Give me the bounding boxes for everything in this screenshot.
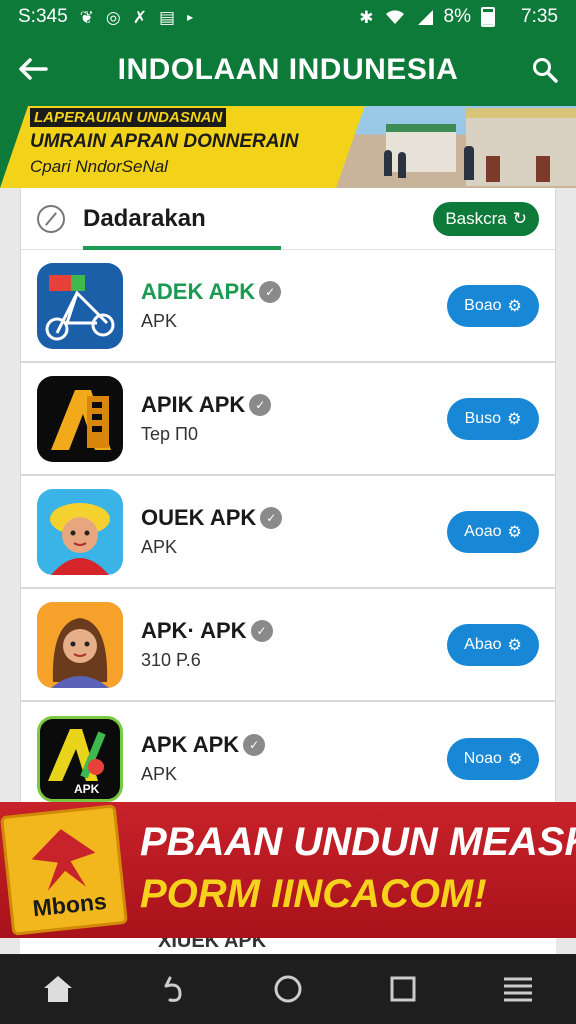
section-header: Dadarakan Baskcra ↻ [21, 188, 555, 250]
app-subtitle: 310 P.6 [141, 650, 201, 670]
app-name-text: ADEK APK [141, 279, 256, 304]
gear-icon: ⚙ [507, 636, 522, 654]
battery-icon [481, 7, 496, 27]
ad-subheadline: PORM IINCACOM! [140, 872, 487, 916]
building-left [386, 124, 456, 172]
download-button-label: Boao [464, 296, 502, 314]
app-name-peek: XIUEK APK [158, 938, 267, 952]
list-item[interactable]: OUEK APK ✓ APK Aoao ⚙ [21, 476, 555, 589]
banner-photo [336, 106, 576, 188]
person [464, 146, 474, 180]
list-item[interactable]: APK· APK ✓ 310 P.6 Abao ⚙ [21, 589, 555, 702]
more-arrow-icon: ▸ [187, 10, 194, 24]
download-button[interactable]: Noao ⚙ [447, 737, 539, 780]
app-subtitle: APK [141, 537, 178, 557]
app-icon-avatar-woman-scarf [37, 488, 123, 575]
download-button[interactable]: Buso ⚙ [447, 397, 539, 440]
status-bar: S:345 ❦ ◎ ✗ ▤ ▸ ✱ 8% 7:35 [0, 0, 576, 34]
app-name: OUEK APK ✓ [141, 505, 283, 531]
ad-logo-text: Mbons [31, 887, 108, 922]
status-time-right: 7:35 [521, 6, 558, 27]
app-name: APIK APK ✓ [141, 392, 272, 418]
app-icon-letter-a [37, 375, 123, 462]
app-icon-avatar-woman [37, 601, 123, 688]
gear-icon: ⚙ [507, 750, 523, 768]
star-logo-icon [29, 826, 99, 892]
ad-banner[interactable]: Mbons PBAAN UNDUN MEASK PORM IINCACOM! [0, 802, 576, 938]
ad-logo: Mbons [0, 804, 128, 936]
app-bar: INDOLAAN INDUNESIA [0, 34, 576, 106]
banner-line-3: Cpari NndorSeNal [30, 157, 168, 176]
app-name-text: APIK APK [141, 392, 246, 417]
gear-icon: ⚙ [507, 523, 522, 541]
verified-badge-icon: ✓ [250, 620, 273, 642]
app-icon-bike [37, 262, 123, 349]
download-button[interactable]: Abao ⚙ [447, 623, 539, 666]
search-icon[interactable] [518, 57, 558, 83]
wifi-icon [385, 10, 404, 24]
download-button-label: Buso [464, 409, 502, 427]
back-icon[interactable] [143, 964, 203, 1014]
promo-banner[interactable]: LAPERAUIAN UNDASNAN UMRAIN APRAN DONNERA… [0, 106, 576, 188]
bluetooth-icon: ✱ [359, 7, 374, 27]
section-action-label: Baskcra [445, 208, 507, 228]
verified-badge-icon: ✓ [260, 507, 283, 529]
ad-headline: PBAAN UNDUN MEASK [140, 820, 576, 864]
svg-text:APK: APK [74, 782, 100, 796]
banner-accent [0, 106, 28, 188]
notification-icon: ❦ [79, 7, 94, 27]
signal-icon [417, 10, 433, 25]
banner-line-1: LAPERAUIAN UNDASNAN [30, 108, 227, 127]
app-subtitle: APK [141, 311, 178, 331]
download-button-label: Noao [463, 749, 502, 767]
app-subtitle: APK [141, 764, 178, 784]
back-arrow-icon[interactable] [18, 51, 58, 90]
list-item[interactable]: ADEK APK ✓ APK Boao ⚙ [21, 250, 555, 363]
door [486, 156, 500, 182]
app-list-card: Dadarakan Baskcra ↻ ADEK APK ✓ APK Boao ⚙ [20, 188, 556, 868]
download-button-label: Aoao [464, 522, 502, 540]
app-name: ADEK APK ✓ [141, 279, 282, 305]
home-icon[interactable] [28, 964, 88, 1014]
page-title: INDOLAAN INDUNESIA [117, 53, 459, 86]
gear-icon: ⚙ [507, 297, 522, 315]
recents-icon[interactable] [373, 964, 433, 1014]
list-item[interactable]: APIK APK ✓ Tep П0 Buso ⚙ [21, 363, 555, 476]
system-nav-bar [0, 954, 576, 1024]
section-title[interactable]: Dadarakan [83, 205, 206, 233]
banner-line-2: UMRAIN APRAN DONNERAIN [30, 131, 299, 152]
home-circle-icon[interactable] [258, 964, 318, 1014]
download-button[interactable]: Aoao ⚙ [447, 510, 539, 553]
app-subtitle: Tep П0 [141, 424, 198, 444]
battery-percent: 8% [443, 6, 472, 27]
gear-icon: ⚙ [507, 410, 522, 428]
app-name: APK APK ✓ [141, 732, 266, 758]
app-name-text: APK APK [141, 732, 240, 757]
app-name: APK· APK ✓ [141, 618, 273, 644]
target-icon: ◎ [105, 7, 121, 27]
status-time-left: S:345 [18, 6, 68, 27]
person [384, 150, 392, 176]
section-action-button[interactable]: Baskcra ↻ [433, 201, 539, 236]
door [536, 156, 550, 182]
building-right [466, 108, 576, 186]
verified-badge-icon: ✓ [259, 281, 282, 303]
card-icon: ▤ [159, 7, 176, 27]
app-name-text: OUEK APK [141, 505, 257, 530]
screen: S:345 ❦ ◎ ✗ ▤ ▸ ✱ 8% 7:35 INDOLAAN INDUN… [0, 0, 576, 1024]
list-item-peek[interactable]: XIUEK APK [20, 938, 556, 954]
menu-icon[interactable] [488, 964, 548, 1014]
compass-icon [37, 204, 65, 233]
refresh-icon: ↻ [512, 208, 527, 228]
verified-badge-icon: ✓ [243, 734, 266, 756]
list-item[interactable]: APK APK APK ✓ APK Noao ⚙ [21, 702, 555, 815]
download-button[interactable]: Boao ⚙ [447, 284, 539, 327]
pin-icon: ✗ [132, 7, 147, 27]
download-button-label: Abao [464, 635, 502, 653]
app-name-text: APK· APK [141, 618, 247, 643]
verified-badge-icon: ✓ [249, 394, 272, 416]
app-icon-apk-logo: APK [37, 715, 123, 802]
person [398, 152, 406, 178]
